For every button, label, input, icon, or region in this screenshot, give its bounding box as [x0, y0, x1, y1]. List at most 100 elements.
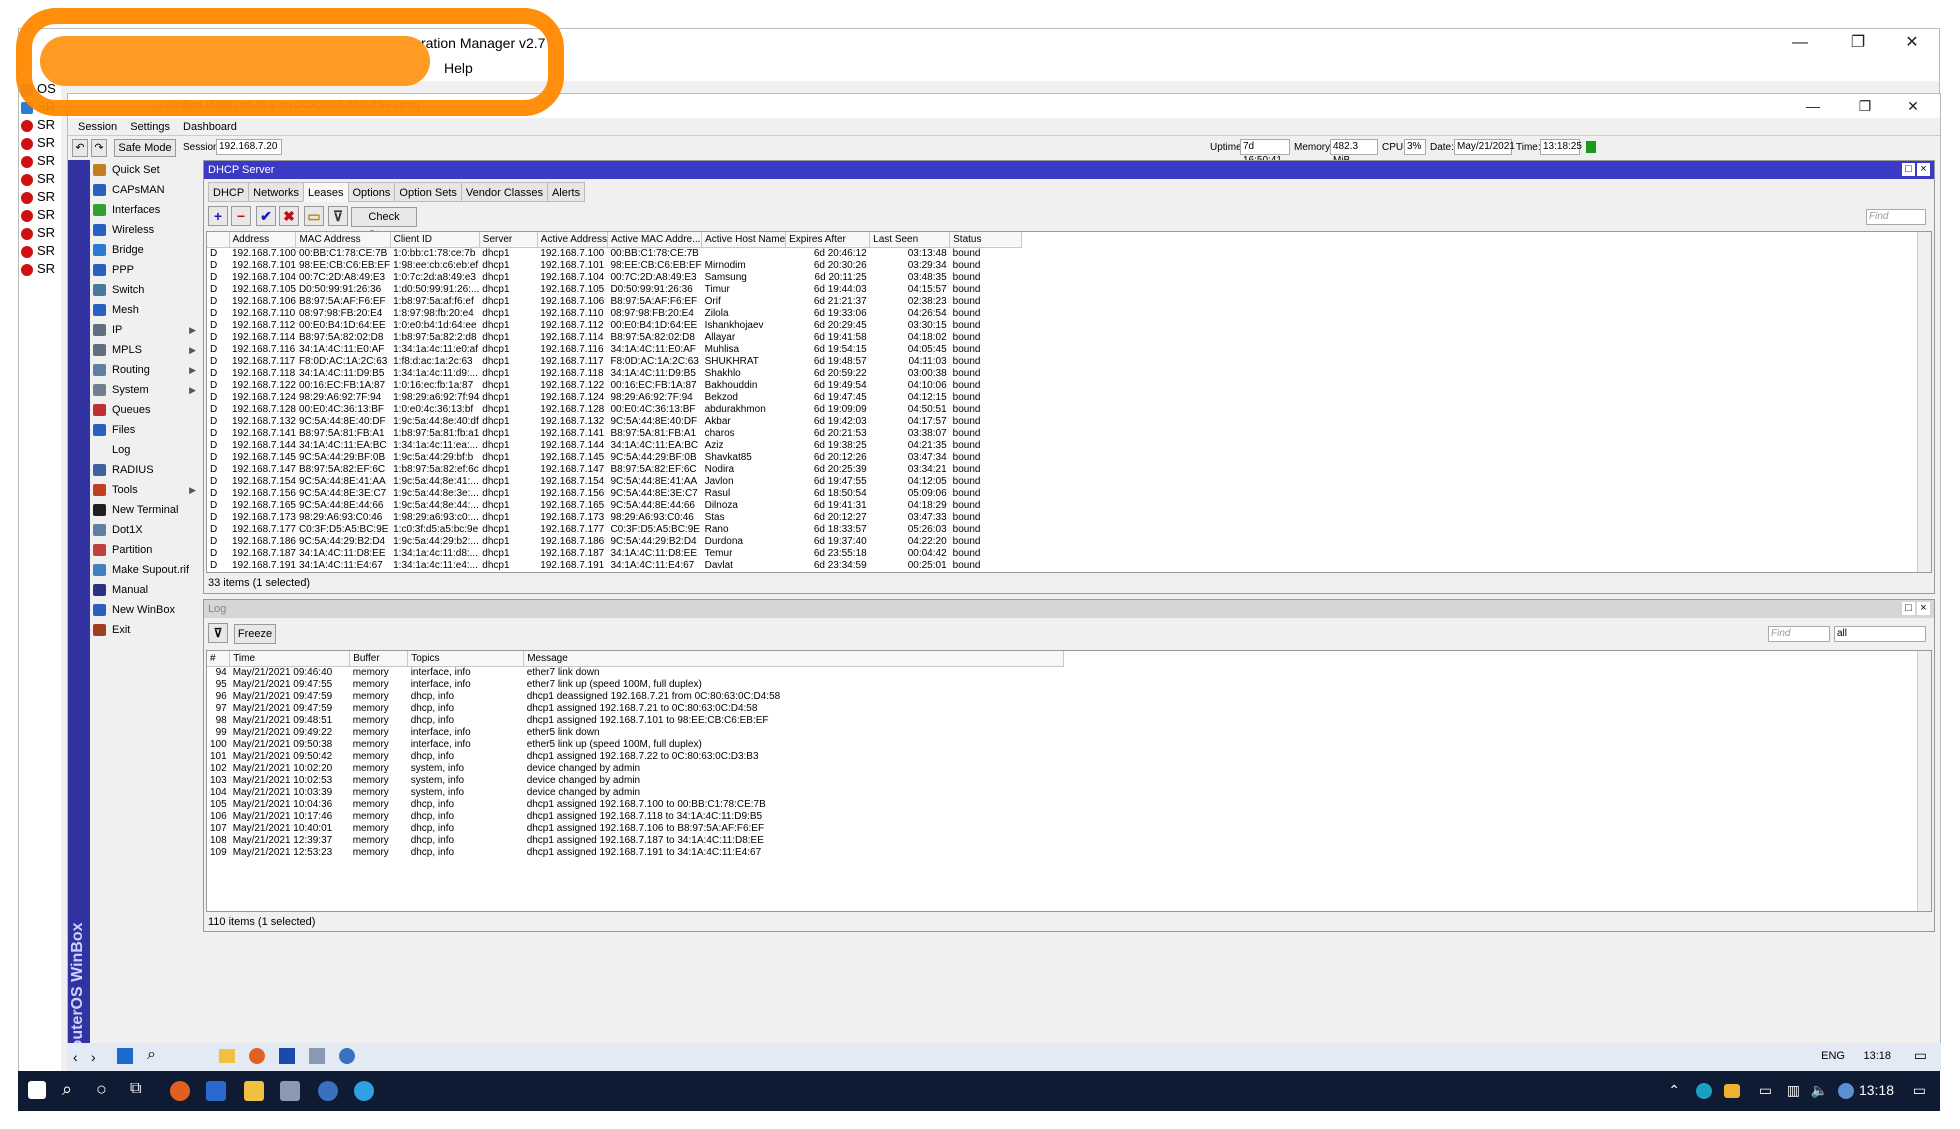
notification-icon[interactable]: ▭	[1913, 1082, 1926, 1099]
table-row[interactable]: D 192.168.7.105 D0:50:99:91:26:36 1:d0:50:9…	[207, 284, 1022, 296]
nav-item-wireless[interactable]: Wireless	[90, 220, 200, 240]
session-item[interactable]: SR	[19, 225, 61, 243]
network-icon[interactable]: ▥	[1787, 1082, 1800, 1099]
skype-icon[interactable]	[1696, 1083, 1712, 1099]
session-item[interactable]: SR	[19, 243, 61, 261]
battery-icon[interactable]: ▭	[1759, 1082, 1772, 1099]
log-filter-icon[interactable]: ⊽	[208, 623, 228, 643]
table-row[interactable]: D 192.168.7.114 B8:97:5A:82:02:D8 1:b8:97:5…	[207, 332, 1022, 344]
column-header[interactable]: Time	[229, 651, 351, 667]
nav-item-routing[interactable]: Routing ▶	[90, 360, 200, 380]
nav-item-new-winbox[interactable]: New WinBox	[90, 600, 200, 620]
tab-vendor-classes[interactable]: Vendor Classes	[460, 182, 548, 202]
table-row[interactable]: 96 May/21/2021 09:47:59 memory dhcp, info dh…	[207, 691, 1064, 703]
firefox-icon[interactable]	[170, 1081, 190, 1101]
volume-icon[interactable]: 🔈	[1811, 1082, 1828, 1099]
nav-item-exit[interactable]: Exit	[90, 620, 200, 640]
nav-item-queues[interactable]: Queues	[90, 400, 200, 420]
maximize-icon[interactable]: □	[1902, 163, 1915, 176]
table-row[interactable]: D 192.168.7.145 9C:5A:44:29:BF:0B 1:9c:5a:4…	[207, 452, 1022, 464]
column-header[interactable]	[207, 232, 230, 248]
winbox-icon[interactable]	[309, 1048, 325, 1064]
table-row[interactable]: 99 May/21/2021 09:49:22 memory interface, i…	[207, 727, 1064, 739]
column-header[interactable]: Last Seen	[869, 232, 951, 248]
redo-icon[interactable]: ↷	[91, 139, 107, 157]
nav-item-dot1x[interactable]: Dot1X	[90, 520, 200, 540]
table-row[interactable]: D 192.168.7.124 98:29:A6:92:7F:94 1:98:29:a…	[207, 392, 1022, 404]
table-row[interactable]: 102 May/21/2021 10:02:20 memory system, inf…	[207, 763, 1064, 775]
safe-mode-button[interactable]: Safe Mode	[114, 139, 176, 157]
minimize-button[interactable]: —	[1777, 31, 1823, 55]
table-row[interactable]: D 192.168.7.144 34:1A:4C:11:EA:BC 1:34:1a:4…	[207, 440, 1022, 452]
table-row[interactable]: D 192.168.7.128 00:E0:4C:36:13:BF 1:0:e0:4c…	[207, 404, 1022, 416]
winbox-minimize-button[interactable]: —	[1790, 94, 1836, 118]
column-header[interactable]: Active MAC Addre...	[607, 232, 703, 248]
menu-dashboard[interactable]: Dashboard	[183, 121, 237, 133]
table-row[interactable]: D 192.168.7.101 98:EE:CB:C6:EB:EF 1:98:ee:c…	[207, 260, 1022, 272]
table-row[interactable]: 94 May/21/2021 09:46:40 memory interface, i…	[207, 666, 1064, 679]
explorer-icon[interactable]	[244, 1081, 264, 1101]
nav-item-radius[interactable]: RADIUS	[90, 460, 200, 480]
table-row[interactable]: 104 May/21/2021 10:03:39 memory system, inf…	[207, 787, 1064, 799]
table-row[interactable]: D 192.168.7.165 9C:5A:44:8E:44:66 1:9c:5a:4…	[207, 500, 1022, 512]
nav-item-files[interactable]: Files	[90, 420, 200, 440]
undo-icon[interactable]: ↶	[72, 139, 88, 157]
column-header[interactable]: Buffer	[349, 651, 409, 667]
app-icon[interactable]	[279, 1048, 295, 1064]
comment-icon[interactable]: ▭	[304, 206, 324, 226]
session-item[interactable]: SR	[19, 117, 61, 135]
table-row[interactable]: D192.168.7.192D0:50:99:91:1C:781:d0:50:9…	[207, 572, 1022, 573]
table-row[interactable]: D 192.168.7.191 34:1A:4C:11:E4:67 1:34:1a:4…	[207, 560, 1022, 572]
tray-globe-icon[interactable]	[1838, 1083, 1854, 1099]
cortana-icon[interactable]: ○	[96, 1079, 107, 1100]
session-item[interactable]: SR	[19, 189, 61, 207]
notification-icon[interactable]: ▭	[1914, 1047, 1927, 1064]
restore-button[interactable]: ❐	[1835, 31, 1881, 55]
tab-option-sets[interactable]: Option Sets	[394, 182, 462, 202]
table-row[interactable]: D 192.168.7.186 9C:5A:44:29:B2:D4 1:9c:5a:4…	[207, 536, 1022, 548]
session-item[interactable]: SR	[19, 207, 61, 225]
nav-item-system[interactable]: System ▶	[90, 380, 200, 400]
menu-session[interactable]: Session	[78, 121, 117, 133]
dhcp-find-input[interactable]: Find	[1866, 209, 1926, 225]
table-row[interactable]: D 192.168.7.112 00:E0:B4:1D:64:EE 1:0:e0:b4…	[207, 320, 1022, 332]
table-row[interactable]: 103 May/21/2021 10:02:53 memory system, inf…	[207, 775, 1064, 787]
table-row[interactable]: 100 May/21/2021 09:50:38 memory interface, …	[207, 739, 1064, 751]
table-row[interactable]: D 192.168.7.122 00:16:EC:FB:1A:87 1:0:16:ec…	[207, 380, 1022, 392]
table-row[interactable]: 108 May/21/2021 12:39:37 memory dhcp, info d…	[207, 835, 1064, 847]
nav-item-tools[interactable]: Tools ▶	[90, 480, 200, 500]
table-row[interactable]: D 192.168.7.154 9C:5A:44:8E:41:AA 1:9c:5a:4…	[207, 476, 1022, 488]
scroll-right-icon[interactable]: ›	[91, 1049, 96, 1065]
freeze-button[interactable]: Freeze	[234, 624, 276, 644]
column-header[interactable]: Active Address	[537, 232, 608, 248]
log-find-input[interactable]: Find	[1768, 626, 1830, 642]
nav-item-bridge[interactable]: Bridge	[90, 240, 200, 260]
column-header[interactable]: #	[207, 651, 231, 667]
table-row[interactable]: 106 May/21/2021 10:17:46 memory dhcp, info d…	[207, 811, 1064, 823]
leases-scrollbar[interactable]	[1917, 232, 1931, 572]
table-row[interactable]: 109 May/21/2021 12:53:23 memory dhcp, info d…	[207, 847, 1064, 859]
column-header[interactable]: MAC Address	[295, 232, 391, 248]
session-item[interactable]: SR	[19, 153, 61, 171]
table-row[interactable]: D 192.168.7.156 9C:5A:44:8E:3E:C7 1:9c:5a:4…	[207, 488, 1022, 500]
table-row[interactable]: D 192.168.7.106 B8:97:5A:AF:F6:EF 1:b8:97:5…	[207, 296, 1022, 308]
language-indicator[interactable]: ENG	[1821, 1050, 1845, 1062]
winbox-close-button[interactable]: ✕	[1890, 94, 1936, 118]
table-row[interactable]: D 192.168.7.117 F8:0D:AC:1A:2C:63 1:f8:d:ac…	[207, 356, 1022, 368]
maximize-icon[interactable]: □	[1902, 602, 1915, 615]
table-row[interactable]: D 192.168.7.187 34:1A:4C:11:D8:EE 1:34:1a:4…	[207, 548, 1022, 560]
column-header[interactable]: Expires After	[785, 232, 871, 248]
close-icon[interactable]: ×	[1917, 602, 1930, 615]
nav-item-quick-set[interactable]: Quick Set	[90, 160, 200, 180]
check-status-button[interactable]: Check Status	[351, 207, 417, 241]
log-filter-select[interactable]: all	[1834, 626, 1926, 642]
log-scrollbar[interactable]	[1917, 651, 1931, 911]
nav-item-ppp[interactable]: PPP	[90, 260, 200, 280]
filter-icon[interactable]: ⊽	[328, 206, 348, 226]
windows-start-icon[interactable]	[28, 1081, 46, 1099]
table-row[interactable]: 98 May/21/2021 09:48:51 memory dhcp, info dh…	[207, 715, 1064, 727]
nav-item-make-supout-rif[interactable]: Make Supout.rif	[90, 560, 200, 580]
nav-item-switch[interactable]: Switch	[90, 280, 200, 300]
table-row[interactable]: 101 May/21/2021 09:50:42 memory dhcp, info d…	[207, 751, 1064, 763]
table-row[interactable]: 97 May/21/2021 09:47:59 memory dhcp, info dh…	[207, 703, 1064, 715]
